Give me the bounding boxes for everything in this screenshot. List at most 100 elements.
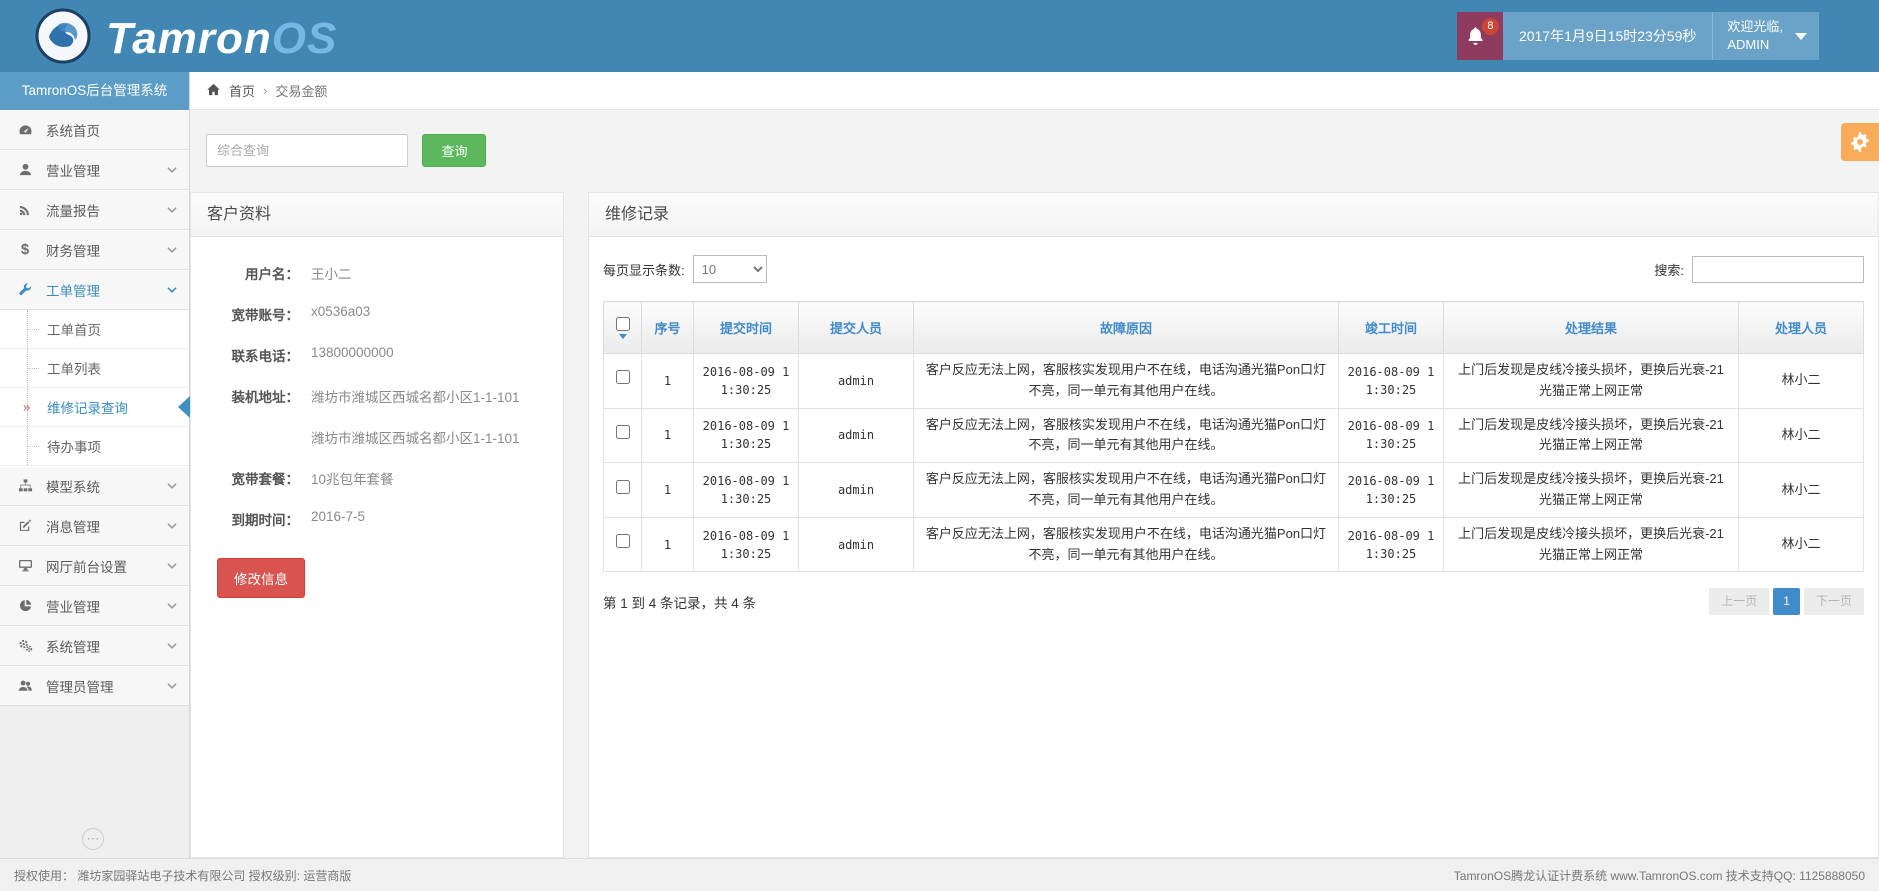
col-header-fault: 故障原因 xyxy=(914,302,1339,354)
gauge-icon xyxy=(16,122,34,137)
gears-icon xyxy=(16,638,34,653)
globe-logo-icon xyxy=(34,7,92,70)
chevron-down-icon xyxy=(167,287,177,293)
panels-row: 客户资料 用户名： 王小二 宽带账号： x0536a03 联系电话： 13800… xyxy=(190,192,1879,858)
sidebar-item-system-mgmt[interactable]: 系统管理 xyxy=(0,626,189,666)
sidebar-item-workorder-mgmt[interactable]: 工单管理 xyxy=(0,270,189,310)
sidebar-subitem-repair-records[interactable]: » 维修记录查询 xyxy=(0,388,189,427)
footer-product-text: TamronOS腾龙认证计费系统 www.TamronOS.com 技术支持QQ… xyxy=(1454,867,1865,884)
prev-page-button[interactable]: 上一页 xyxy=(1709,588,1769,615)
chevron-down-icon xyxy=(167,207,177,213)
dollar-icon: $ xyxy=(16,241,34,258)
repair-panel-title: 维修记录 xyxy=(589,193,1878,237)
footer-license-text: 授权使用： 潍坊家园驿站电子技术有限公司 授权级别: 运营商版 xyxy=(14,867,351,884)
main-content: 首页 › 交易金额 查询 客户资料 用户名： 王小二 宽带账号： x0536a0… xyxy=(190,72,1879,858)
sidebar-subitem-workorder-home[interactable]: 工单首页 xyxy=(0,310,189,349)
notifications-button[interactable]: 8 xyxy=(1457,12,1503,60)
row-checkbox[interactable] xyxy=(616,425,630,439)
user-icon xyxy=(16,162,34,177)
customer-field-plan: 宽带套餐： 10兆包年套餐 xyxy=(211,468,543,488)
breadcrumb-home[interactable]: 首页 xyxy=(229,81,255,100)
sidebar-item-portal-settings[interactable]: 网厅前台设置 xyxy=(0,546,189,586)
users-icon xyxy=(16,678,34,693)
chevron-down-icon xyxy=(167,683,177,689)
sidebar-collapse-handle[interactable]: ⋯ xyxy=(82,828,104,850)
active-item-pointer xyxy=(178,396,190,418)
table-row: 1 2016-08-09 11:30:25 admin 客户反应无法上网，客服核… xyxy=(604,354,1864,409)
page-1-button[interactable]: 1 xyxy=(1773,588,1800,615)
select-all-checkbox[interactable] xyxy=(616,317,630,331)
brand-wordmark: TamronOS xyxy=(106,14,337,64)
col-header-submitter: 提交人员 xyxy=(799,302,914,354)
per-page-label: 每页显示条数: xyxy=(603,260,685,279)
sidebar-subitem-todo[interactable]: 待办事项 xyxy=(0,427,189,466)
breadcrumb-separator: › xyxy=(263,83,267,98)
clock-display: 2017年1月9日15时23分59秒 xyxy=(1503,12,1712,60)
theme-settings-button[interactable] xyxy=(1841,123,1879,161)
customer-field-phone: 联系电话： 13800000000 xyxy=(211,345,543,365)
wrench-icon xyxy=(16,282,34,297)
chevron-down-icon xyxy=(167,247,177,253)
sidebar-title: TamronOS后台管理系统 xyxy=(0,72,189,110)
sitemap-icon xyxy=(16,478,34,493)
sidebar-item-business-mgmt[interactable]: 营业管理 xyxy=(0,150,189,190)
user-menu[interactable]: 欢迎光临, ADMIN xyxy=(1712,12,1819,60)
row-checkbox[interactable] xyxy=(616,370,630,384)
pie-chart-icon xyxy=(16,598,34,613)
customer-field-address-2: 潍坊市潍城区西城名都小区1-1-101 xyxy=(211,427,543,447)
gear-icon xyxy=(1850,132,1870,152)
table-search-input[interactable] xyxy=(1692,256,1864,283)
col-header-seq: 序号 xyxy=(642,302,694,354)
active-marker-icon: » xyxy=(23,400,30,415)
chevron-down-icon xyxy=(167,603,177,609)
per-page-control: 每页显示条数: 10 xyxy=(603,255,767,283)
chevron-down-icon xyxy=(167,643,177,649)
next-page-button[interactable]: 下一页 xyxy=(1804,588,1864,615)
table-search-label: 搜索: xyxy=(1654,260,1684,279)
edit-info-button[interactable]: 修改信息 xyxy=(217,558,305,598)
sidebar-item-system-home[interactable]: 系统首页 xyxy=(0,110,189,150)
search-input[interactable] xyxy=(206,134,408,167)
notification-count-badge: 8 xyxy=(1482,18,1499,35)
sidebar-item-message-mgmt[interactable]: 消息管理 xyxy=(0,506,189,546)
customer-field-address: 装机地址： 潍坊市潍城区西城名都小区1-1-101 xyxy=(211,386,543,406)
topbar-widgets: 8 2017年1月9日15时23分59秒 欢迎光临, ADMIN xyxy=(1457,12,1819,60)
top-header: TamronOS 8 2017年1月9日15时23分59秒 欢迎光临, ADMI… xyxy=(0,0,1879,72)
repair-records-panel: 维修记录 每页显示条数: 10 搜索: xyxy=(588,192,1879,858)
sidebar-item-admin-mgmt[interactable]: 管理员管理 xyxy=(0,666,189,706)
sidebar-subitem-workorder-list[interactable]: 工单列表 xyxy=(0,349,189,388)
pagination: 上一页 1 下一页 xyxy=(1709,588,1864,615)
username: ADMIN xyxy=(1727,36,1783,54)
welcome-text: 欢迎光临, xyxy=(1727,18,1783,36)
table-search-control: 搜索: xyxy=(1654,256,1864,283)
rss-icon xyxy=(16,202,34,217)
global-search-section: 查询 xyxy=(190,110,1879,192)
breadcrumb-current: 交易金额 xyxy=(275,81,327,100)
sidebar-item-business-mgmt-2[interactable]: 营业管理 xyxy=(0,586,189,626)
footer: 授权使用： 潍坊家园驿站电子技术有限公司 授权级别: 运营商版 TamronOS… xyxy=(0,858,1879,891)
repair-records-table: 序号 提交时间 提交人员 故障原因 竣工时间 处理结果 处理人员 1 xyxy=(603,301,1864,572)
chevron-down-icon xyxy=(1795,33,1807,40)
select-all-header xyxy=(604,302,642,354)
chevron-down-icon xyxy=(167,483,177,489)
customer-field-account: 宽带账号： x0536a03 xyxy=(211,304,543,324)
sidebar-item-model-system[interactable]: 模型系统 xyxy=(0,466,189,506)
chevron-down-icon xyxy=(167,563,177,569)
caret-down-icon[interactable] xyxy=(619,334,627,339)
chevron-down-icon xyxy=(167,167,177,173)
per-page-select[interactable]: 10 xyxy=(693,255,767,283)
brand: TamronOS xyxy=(34,7,337,70)
home-icon[interactable] xyxy=(206,82,221,100)
row-checkbox[interactable] xyxy=(616,534,630,548)
sidebar: TamronOS后台管理系统 系统首页 营业管理 流量报告 $ 财务管理 工单管… xyxy=(0,72,190,858)
table-row: 1 2016-08-09 11:30:25 admin 客户反应无法上网，客服核… xyxy=(604,463,1864,518)
edit-icon xyxy=(16,518,34,533)
query-button[interactable]: 查询 xyxy=(422,134,486,167)
sidebar-item-finance-mgmt[interactable]: $ 财务管理 xyxy=(0,230,189,270)
table-row: 1 2016-08-09 11:30:25 admin 客户反应无法上网，客服核… xyxy=(604,408,1864,463)
row-checkbox[interactable] xyxy=(616,480,630,494)
sidebar-item-traffic-report[interactable]: 流量报告 xyxy=(0,190,189,230)
chevron-down-icon xyxy=(167,523,177,529)
customer-field-username: 用户名： 王小二 xyxy=(211,263,543,283)
breadcrumb: 首页 › 交易金额 xyxy=(190,72,1879,110)
